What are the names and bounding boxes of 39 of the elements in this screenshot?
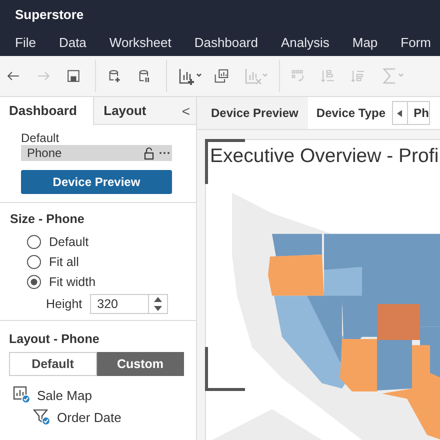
menu-item[interactable]: Data	[58, 34, 86, 50]
device-row[interactable]: Phone	[21, 145, 172, 161]
radio-label: Default	[49, 235, 89, 249]
sheet-check-icon	[13, 386, 31, 404]
height-field[interactable]: 320	[90, 294, 168, 314]
bar-chart-add-icon[interactable]	[177, 66, 203, 86]
dashboard-title: Executive Overview - Profi	[210, 144, 440, 168]
menu-item[interactable]: Analysis	[280, 34, 330, 50]
menu-item[interactable]: Map	[352, 34, 378, 50]
radio-button[interactable]	[27, 255, 41, 269]
radio-label: Fit all	[49, 255, 79, 269]
device-type-dropdown[interactable]: Ph	[392, 101, 430, 125]
spin-down-icon[interactable]	[154, 306, 162, 311]
menu-item[interactable]: Dashboard	[194, 34, 258, 50]
menu-item[interactable]: Form	[400, 34, 431, 50]
height-label: Height	[46, 297, 82, 311]
layout-mode-toggle[interactable]: Custom	[96, 352, 184, 376]
panel-tab[interactable]: Layout	[92, 97, 176, 125]
device-label: Default	[21, 131, 60, 145]
radio-button[interactable]	[27, 275, 41, 289]
filter-check-icon	[33, 408, 51, 426]
device-preview-button[interactable]: Device Preview	[21, 170, 172, 194]
radio-button[interactable]	[27, 235, 41, 249]
menu-item[interactable]: Worksheet	[109, 34, 172, 50]
section-heading: Layout - Phone	[9, 332, 100, 346]
spin-up-icon[interactable]	[154, 297, 162, 302]
section-heading: Size - Phone	[10, 212, 86, 226]
device-name: Phone	[27, 146, 62, 160]
layout-mode-toggle[interactable]: Default	[9, 352, 96, 376]
layout-item[interactable]: Sale Map	[37, 388, 92, 402]
menu-item[interactable]: File	[15, 34, 36, 50]
collapse-button[interactable]: <	[176, 97, 196, 125]
more-icon[interactable]	[159, 151, 170, 155]
device-type-label: Device Type	[316, 106, 386, 120]
window-title: Superstore	[15, 6, 84, 22]
left-arrow-icon[interactable]	[396, 110, 402, 116]
radio-label: Fit width	[49, 275, 96, 289]
layout-item[interactable]: Order Date	[57, 410, 122, 424]
lock-icon[interactable]	[144, 146, 154, 160]
